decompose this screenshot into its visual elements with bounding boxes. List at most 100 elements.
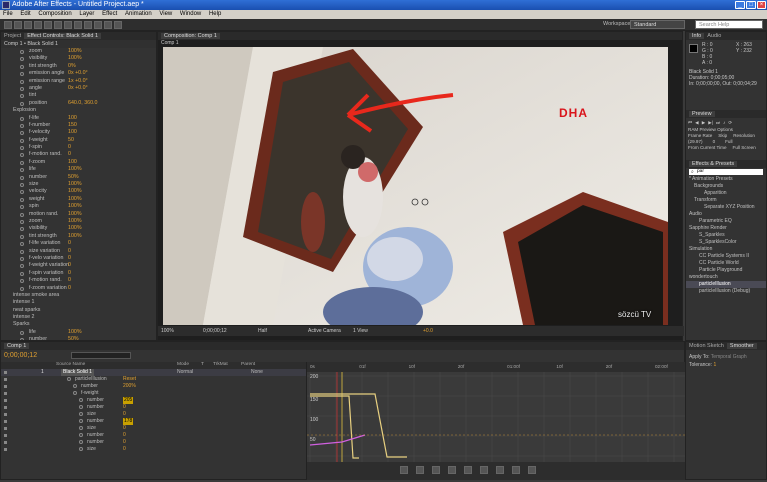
effect-property-row[interactable]: f-motion rand. 0 <box>1 151 156 158</box>
property-value[interactable]: 0 <box>68 262 71 269</box>
effects-list-item[interactable]: S_SparklesColor <box>686 239 766 246</box>
apply-to-select[interactable]: Temporal Graph <box>711 354 747 360</box>
property-value[interactable]: 100% <box>68 211 82 218</box>
resolution-select[interactable]: Half <box>258 326 267 336</box>
brush-tool-icon[interactable] <box>84 21 92 29</box>
stopwatch-icon[interactable] <box>20 190 24 195</box>
stopwatch-icon[interactable] <box>67 377 71 381</box>
separate-dimensions-icon[interactable] <box>448 466 456 474</box>
effect-property-row[interactable]: spin 100% <box>1 203 156 210</box>
stopwatch-icon[interactable] <box>20 168 24 173</box>
magnification-select[interactable]: 100% <box>161 326 174 336</box>
stopwatch-icon[interactable] <box>20 64 24 69</box>
stopwatch-icon[interactable] <box>20 264 24 269</box>
tolerance-field[interactable]: 1 <box>713 362 716 368</box>
from-current-time-checkbox[interactable]: From Current Time <box>688 145 727 151</box>
effect-property-row[interactable]: intense smoke area <box>1 292 156 299</box>
tab-composition[interactable]: Composition: Comp 1 <box>161 33 220 39</box>
effects-list-item[interactable]: CC Particle Systems II <box>686 253 766 260</box>
search-help-input[interactable]: Search Help <box>695 20 763 29</box>
layer-name[interactable]: Black Solid 1 <box>61 369 94 376</box>
property-value[interactable]: 0 <box>123 432 126 439</box>
fit-all-icon[interactable] <box>432 466 440 474</box>
effect-property-row[interactable]: f-velocity 100 <box>1 129 156 136</box>
hand-tool-icon[interactable] <box>14 21 22 29</box>
tab-effects-presets[interactable]: Effects & Presets <box>689 161 738 167</box>
timeline-property-row[interactable]: size 0 <box>1 411 306 418</box>
tab-audio[interactable]: Audio <box>707 33 721 39</box>
effects-list-item[interactable]: Particle Playground <box>686 267 766 274</box>
menu-layer[interactable]: Layer <box>79 11 94 17</box>
effect-property-row[interactable]: zoom 100% <box>1 48 156 55</box>
maximize-button[interactable]: □ <box>746 1 756 9</box>
property-value[interactable]: 0 <box>123 411 126 418</box>
stopwatch-icon[interactable] <box>20 138 24 143</box>
effects-list-item[interactable]: S_Sparkles <box>686 232 766 239</box>
effect-property-row[interactable]: zoom 100% <box>1 218 156 225</box>
audio-icon[interactable]: ♪ <box>723 120 725 126</box>
eraser-tool-icon[interactable] <box>104 21 112 29</box>
effect-property-row[interactable]: intense 1 <box>1 299 156 306</box>
stopwatch-icon[interactable] <box>20 279 24 284</box>
property-value[interactable]: 0 <box>123 439 126 446</box>
stopwatch-icon[interactable] <box>79 426 83 430</box>
property-value[interactable]: 0 <box>123 425 126 432</box>
effect-property-row[interactable]: neat sparks <box>1 307 156 314</box>
edit-keyframe-icon[interactable] <box>464 466 472 474</box>
stopwatch-icon[interactable] <box>73 391 77 395</box>
effect-property-row[interactable]: life 100% <box>1 329 156 336</box>
property-value[interactable]: 200% <box>123 383 136 390</box>
tab-motion-sketch[interactable]: Motion Sketch <box>689 343 724 349</box>
stopwatch-icon[interactable] <box>20 205 24 210</box>
stopwatch-icon[interactable] <box>20 160 24 165</box>
stopwatch-icon[interactable] <box>20 131 24 136</box>
effects-list-item[interactable]: Apparition <box>686 190 766 197</box>
effect-property-row[interactable]: f-motion rand. 0 <box>1 277 156 284</box>
property-value[interactable]: 0 <box>123 446 126 453</box>
timeline-timecode[interactable]: 0;00;00;12 <box>4 352 37 359</box>
property-value[interactable]: 100% <box>68 48 82 55</box>
stopwatch-icon[interactable] <box>20 219 24 224</box>
effect-property-row[interactable]: life 100% <box>1 166 156 173</box>
effects-list-item[interactable]: * Animation Presets <box>686 176 766 183</box>
property-value[interactable]: 0 <box>68 270 71 277</box>
property-value[interactable]: 150 <box>68 122 77 129</box>
snap-icon[interactable] <box>400 466 408 474</box>
timeline-search-input[interactable] <box>71 352 131 359</box>
property-value[interactable]: 0 <box>68 285 71 292</box>
stopwatch-icon[interactable] <box>20 242 24 247</box>
stopwatch-icon[interactable] <box>20 330 24 335</box>
property-value[interactable]: 0x +0.0° <box>68 70 88 77</box>
timeline-property-row[interactable]: number 0 <box>1 404 306 411</box>
property-value[interactable]: 100 <box>68 159 77 166</box>
effect-property-row[interactable]: tint strength 0% <box>1 63 156 70</box>
effect-property-row[interactable]: f-spin variation 0 <box>1 270 156 277</box>
menu-view[interactable]: View <box>159 11 172 17</box>
stopwatch-icon[interactable] <box>79 405 83 409</box>
property-value[interactable]: 100 <box>68 115 77 122</box>
stopwatch-icon[interactable] <box>20 227 24 232</box>
stopwatch-icon[interactable] <box>20 116 24 121</box>
stopwatch-icon[interactable] <box>20 197 24 202</box>
property-value[interactable]: 100% <box>68 188 82 195</box>
effects-search-input[interactable]: par <box>689 169 763 175</box>
effect-property-row[interactable]: f-zoom variation 0 <box>1 285 156 292</box>
stopwatch-icon[interactable] <box>79 433 83 437</box>
tab-smoother[interactable]: Smoother <box>726 343 757 349</box>
pen-tool-icon[interactable] <box>64 21 72 29</box>
layer-parent-select[interactable]: None <box>251 369 263 376</box>
effects-list-item[interactable]: Audio <box>686 211 766 218</box>
effect-property-row[interactable]: visibility 100% <box>1 55 156 62</box>
tab-effect-controls[interactable]: Effect Controls: Black Solid 1 <box>24 33 102 39</box>
visibility-eye-icon[interactable] <box>4 406 7 409</box>
effect-property-row[interactable]: motion rand. 100% <box>1 211 156 218</box>
stopwatch-icon[interactable] <box>20 101 24 106</box>
stopwatch-icon[interactable] <box>20 286 24 291</box>
easy-ease-icon[interactable] <box>528 466 536 474</box>
effects-list-item[interactable]: Parametric EQ <box>686 218 766 225</box>
effect-property-row[interactable]: velocity 100% <box>1 188 156 195</box>
effect-property-row[interactable]: position 640.0, 360.0 <box>1 100 156 107</box>
camera-tool-icon[interactable] <box>44 21 52 29</box>
effect-property-row[interactable]: Sparks <box>1 321 156 328</box>
effect-property-row[interactable]: f-weight 50 <box>1 137 156 144</box>
